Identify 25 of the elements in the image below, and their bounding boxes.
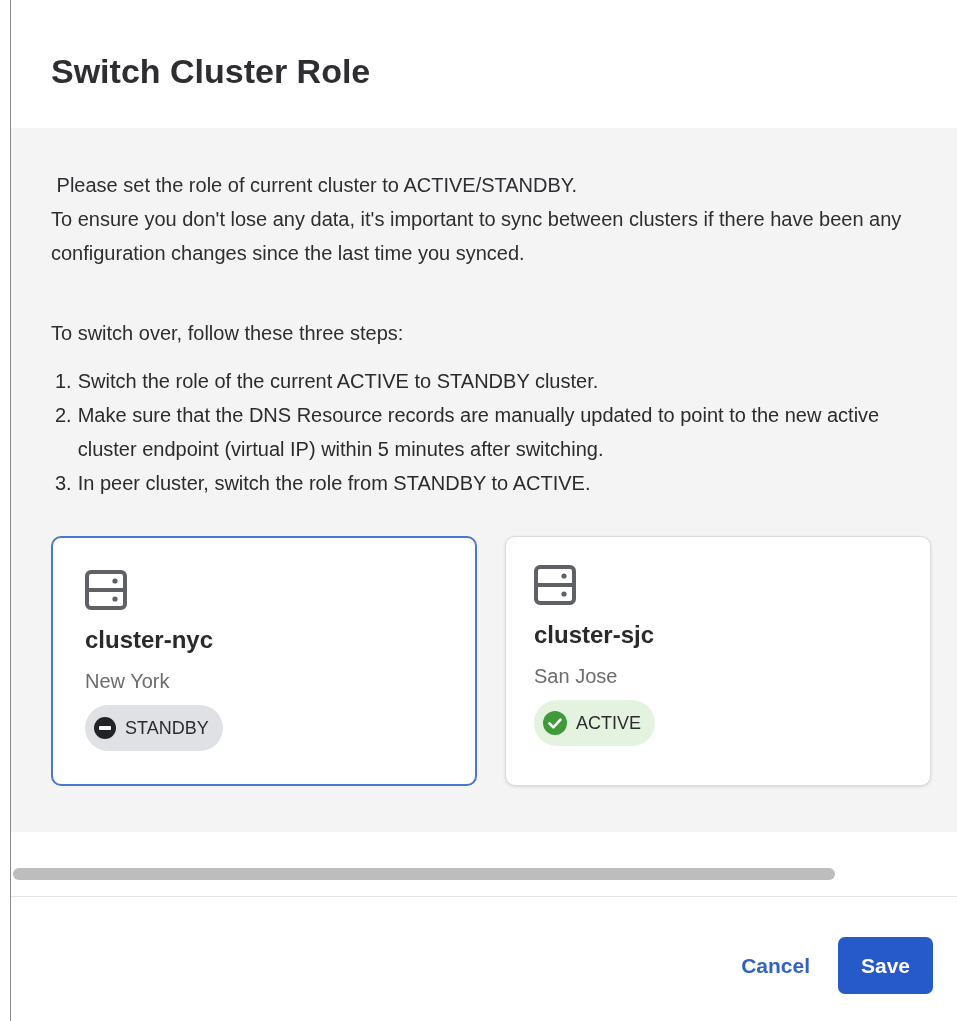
cluster-name: cluster-sjc — [534, 621, 656, 649]
check-circle-icon — [542, 710, 568, 736]
status-label: ACTIVE — [576, 712, 641, 734]
cluster-card[interactable]: cluster-nyc New York STANDBY — [51, 536, 477, 786]
server-icon — [534, 565, 576, 605]
dialog-title: Switch Cluster Role — [50, 51, 372, 92]
cluster-name: cluster-nyc — [85, 626, 215, 654]
step-text: In peer cluster, switch the role from STANDBY to ACTIVE. — [77, 471, 591, 496]
intro-text: Please set the role of current cluster to ACTIVE/STANDBY. — [55, 173, 579, 198]
server-icon — [85, 570, 127, 610]
cancel-button[interactable]: Cancel — [741, 947, 810, 984]
step-text: Make sure that the DNS Resource records are manually updated to point to the new active cluster endpoint (virtual IP) within 5 minutes after switching. — [77, 403, 881, 462]
steps-heading: To switch over, follow these three steps: — [51, 321, 405, 346]
save-button[interactable]: Save — [838, 937, 933, 994]
cluster-card[interactable]: cluster-sjc San Jose ACTIVE — [505, 536, 931, 786]
step-number: 3. — [55, 471, 72, 496]
step-number: 2. — [55, 403, 72, 428]
cluster-location: San Jose — [534, 665, 619, 688]
status-label: STANDBY — [125, 717, 209, 739]
step-number: 1. — [55, 369, 72, 394]
cluster-location: New York — [85, 670, 171, 693]
step-text: Switch the role of the current ACTIVE to STANDBY cluster. — [77, 369, 599, 394]
scrollbar-thumb[interactable] — [13, 868, 835, 880]
minus-circle-icon — [93, 716, 117, 740]
intro-text: To ensure you don't lose any data, it's important to sync between clusters if there have been any configuration changes since the last time you synced. — [51, 207, 903, 266]
